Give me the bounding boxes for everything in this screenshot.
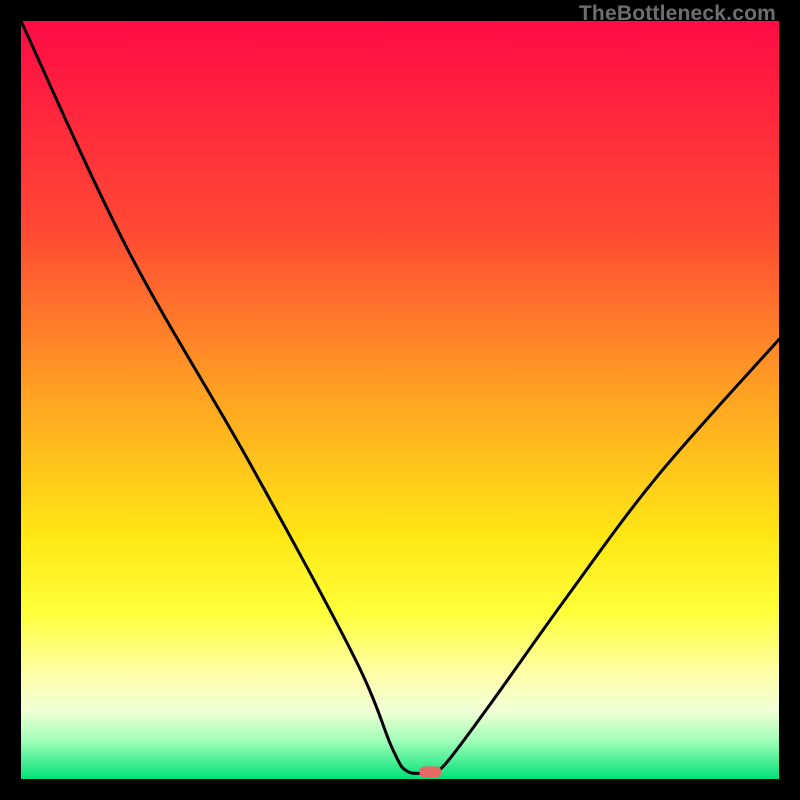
optimal-marker [419,766,441,777]
gradient-background [21,21,779,779]
chart-canvas [0,0,800,800]
watermark-label: TheBottleneck.com [579,2,776,26]
chart-frame: TheBottleneck.com [0,0,800,800]
